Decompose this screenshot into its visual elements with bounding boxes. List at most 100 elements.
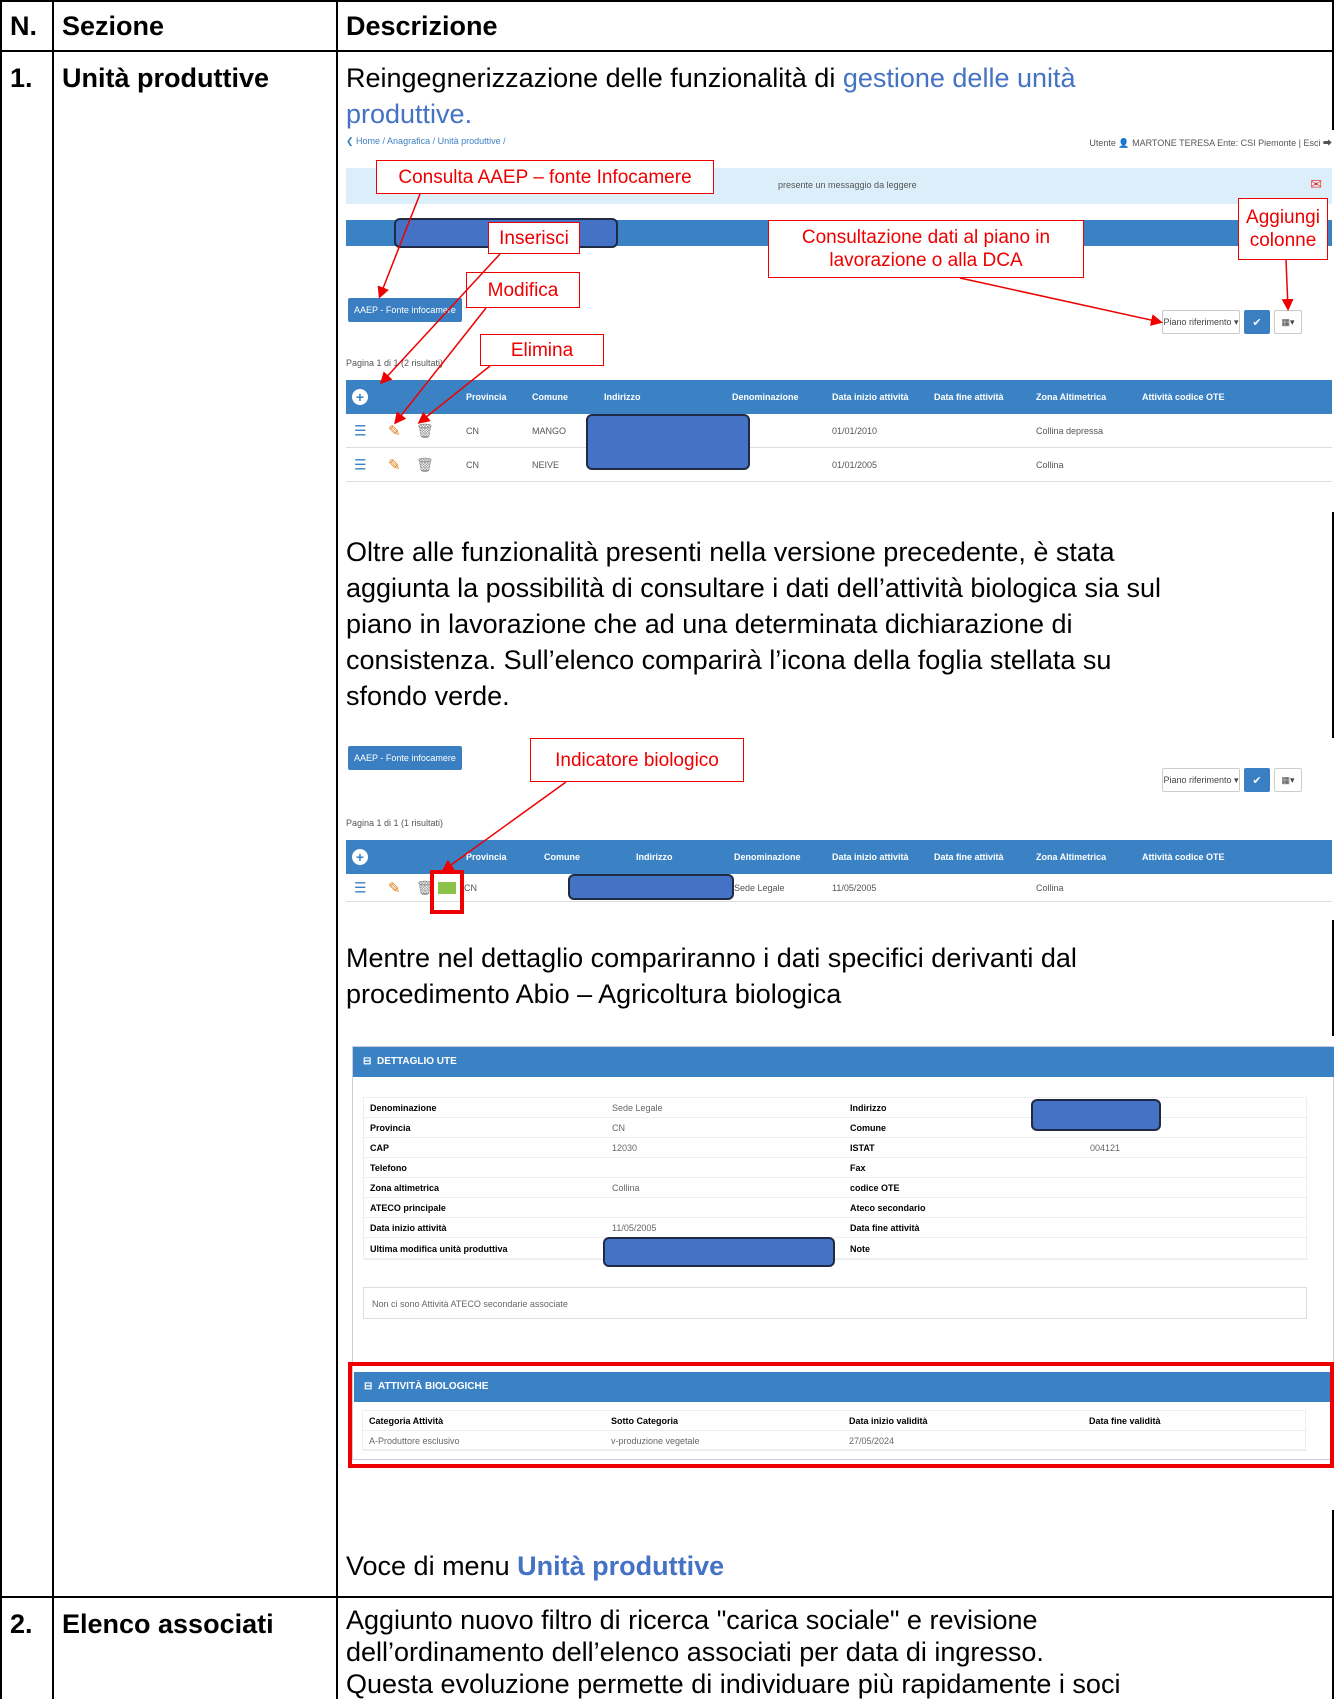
detail-value: Sede Legale — [612, 1102, 663, 1113]
screenshot-unita-produttive: ❮ Home / Anagrafica / Unità produttive /… — [340, 130, 1334, 512]
callout-aggiungi: Aggiungi colonne — [1238, 198, 1328, 260]
redacted-ultima-modifica — [603, 1237, 835, 1267]
col-ote[interactable]: Attività codice OTE — [1142, 852, 1225, 862]
detail-label: Telefono — [370, 1162, 407, 1173]
detail-row: Denominazione Sede Legale Indirizzo — [364, 1098, 1308, 1118]
cell-denominazione: Sede Legale — [734, 882, 785, 893]
detail-label: Note — [850, 1243, 870, 1254]
col-data-fine[interactable]: Data fine attività — [934, 392, 1004, 402]
detail-row: CAP 12030 ISTAT 004121 — [364, 1138, 1308, 1158]
row2-description: Aggiunto nuovo filtro di ricerca "carica… — [346, 1604, 1326, 1699]
row2-line: dell’ordinamento dell’elenco associati p… — [346, 1637, 1044, 1667]
detail-list-icon[interactable]: ☰ — [354, 456, 367, 473]
aaep-button[interactable]: AAEP - Fonte infocamere — [348, 298, 462, 322]
table-border-left — [0, 0, 2, 1699]
para3-line: procedimento Abio – Agricoltura biologic… — [346, 979, 842, 1009]
callout-inserisci: Inserisci — [488, 222, 580, 254]
col-comune[interactable]: Comune — [544, 852, 580, 862]
trash-icon[interactable]: 🗑 — [416, 422, 434, 439]
redacted-comune — [568, 874, 734, 900]
add-circle-icon[interactable]: + — [352, 389, 368, 405]
detail-label: Data fine attività — [850, 1222, 920, 1233]
intro-link-cont[interactable]: produttive. — [346, 99, 472, 129]
header-sezione: Sezione — [62, 11, 165, 41]
cell-data-inizio: 01/01/2005 — [832, 459, 878, 470]
bio-highlight-box — [348, 1362, 1334, 1468]
no-ateco-text: Non ci sono Attività ATECO secondarie as… — [372, 1299, 568, 1309]
check-button[interactable]: ✔ — [1244, 768, 1270, 792]
col-indirizzo[interactable]: Indirizzo — [636, 852, 673, 862]
col-ote[interactable]: Attività codice OTE — [1142, 392, 1225, 402]
detail-label: codice OTE — [850, 1182, 900, 1193]
add-circle-icon[interactable]: + — [352, 849, 368, 865]
detail-label: Provincia — [370, 1122, 411, 1133]
user-info: Utente 👤 MARTONE TERESA Ente: CSI Piemon… — [1089, 138, 1332, 148]
detail-table: Denominazione Sede Legale Indirizzo Prov… — [363, 1097, 1308, 1260]
table-row: ☰ ✎ 🗑 CN Sede Legale 11/05/2005 Collina — [346, 874, 1332, 902]
detail-label: Indirizzo — [850, 1102, 887, 1113]
detail-list-icon[interactable]: ☰ — [354, 879, 367, 896]
col-denominazione[interactable]: Denominazione — [732, 392, 799, 402]
breadcrumb[interactable]: ❮ Home / Anagrafica / Unità produttive / — [346, 136, 506, 147]
col-data-fine[interactable]: Data fine attività — [934, 852, 1004, 862]
column-divider-1 — [52, 0, 54, 1699]
detail-label: Data inizio attività — [370, 1222, 447, 1233]
pencil-icon[interactable]: ✎ — [388, 422, 401, 440]
piano-riferimento-button[interactable]: Piano riferimento ▾ — [1162, 310, 1240, 334]
detail-label: CAP — [370, 1142, 390, 1153]
col-comune[interactable]: Comune — [532, 392, 568, 402]
cell-provincia: CN — [464, 882, 477, 893]
cell-comune: MANGO — [532, 425, 567, 436]
col-zona[interactable]: Zona Altimetrica — [1036, 852, 1106, 862]
cell-provincia: CN — [466, 459, 479, 470]
row2-number: 2. — [10, 1609, 33, 1639]
pencil-icon[interactable]: ✎ — [388, 879, 401, 897]
callout-elimina: Elimina — [480, 334, 604, 366]
para2-line: piano in lavorazione che ad una determin… — [346, 609, 1073, 639]
detail-label: Comune — [850, 1122, 886, 1133]
table-header: + Provincia Comune Indirizzo Denominazio… — [346, 840, 1332, 874]
header-divider — [0, 50, 1334, 52]
col-zona[interactable]: Zona Altimetrica — [1036, 392, 1106, 402]
cell-comune: NEIVE — [532, 459, 560, 470]
col-provincia[interactable]: Provincia — [466, 392, 507, 402]
detail-panel-header[interactable]: ⊟ DETTAGLIO UTE — [353, 1047, 1334, 1077]
no-ateco-box: Non ci sono Attività ATECO secondarie as… — [363, 1287, 1307, 1319]
check-button[interactable]: ✔ — [1244, 310, 1270, 334]
cell-data-inizio: 11/05/2005 — [832, 882, 877, 893]
pagination-info: Pagina 1 di 1 (1 risultati) — [346, 818, 444, 828]
col-denominazione[interactable]: Denominazione — [734, 852, 801, 862]
header-n: N. — [10, 11, 37, 41]
collapse-icon[interactable]: ⊟ — [363, 1056, 371, 1067]
intro-link[interactable]: gestione delle unità — [843, 63, 1076, 93]
columns-button[interactable]: ▦▾ — [1274, 310, 1302, 334]
callout-consultazione-line2: lavorazione o alla DCA — [829, 250, 1023, 271]
detail-value: 12030 — [612, 1142, 638, 1153]
detail-label: Ultima modifica unità produttiva — [370, 1243, 508, 1254]
column-divider-2 — [336, 0, 338, 1699]
detail-list-icon[interactable]: ☰ — [354, 422, 367, 439]
piano-riferimento-button[interactable]: Piano riferimento ▾ — [1162, 768, 1240, 792]
callout-modifica: Modifica — [466, 272, 580, 308]
trash-icon[interactable]: 🗑 — [416, 456, 434, 473]
mail-icon[interactable]: ✉ — [1310, 176, 1322, 193]
detail-label: ISTAT — [850, 1142, 875, 1153]
row1-intro: Reingegnerizzazione delle funzionalità d… — [346, 60, 1326, 132]
header-descrizione: Descrizione — [346, 11, 498, 41]
highlight-box — [430, 870, 464, 914]
detail-value: 004121 — [1090, 1142, 1121, 1153]
menu-link[interactable]: Unità produttive — [517, 1551, 724, 1581]
row1-section: Unità produttive — [62, 63, 269, 93]
col-indirizzo[interactable]: Indirizzo — [604, 392, 641, 402]
cell-zona: Collina — [1036, 459, 1064, 470]
aaep-button[interactable]: AAEP - Fonte infocamere — [348, 746, 462, 770]
callout-aaep: Consulta AAEP – fonte Infocamere — [376, 160, 714, 194]
col-provincia[interactable]: Provincia — [466, 852, 507, 862]
col-data-inizio[interactable]: Data inizio attività — [832, 392, 909, 402]
table-row: ☰ ✎ 🗑 CN NEIVE 01/01/2005 Collina — [346, 448, 1332, 482]
col-data-inizio[interactable]: Data inizio attività — [832, 852, 909, 862]
table-header: + Provincia Comune Indirizzo Denominazio… — [346, 380, 1332, 414]
pencil-icon[interactable]: ✎ — [388, 456, 401, 474]
columns-button[interactable]: ▦▾ — [1274, 768, 1302, 792]
intro-text: Reingegnerizzazione delle funzionalità d… — [346, 63, 843, 93]
